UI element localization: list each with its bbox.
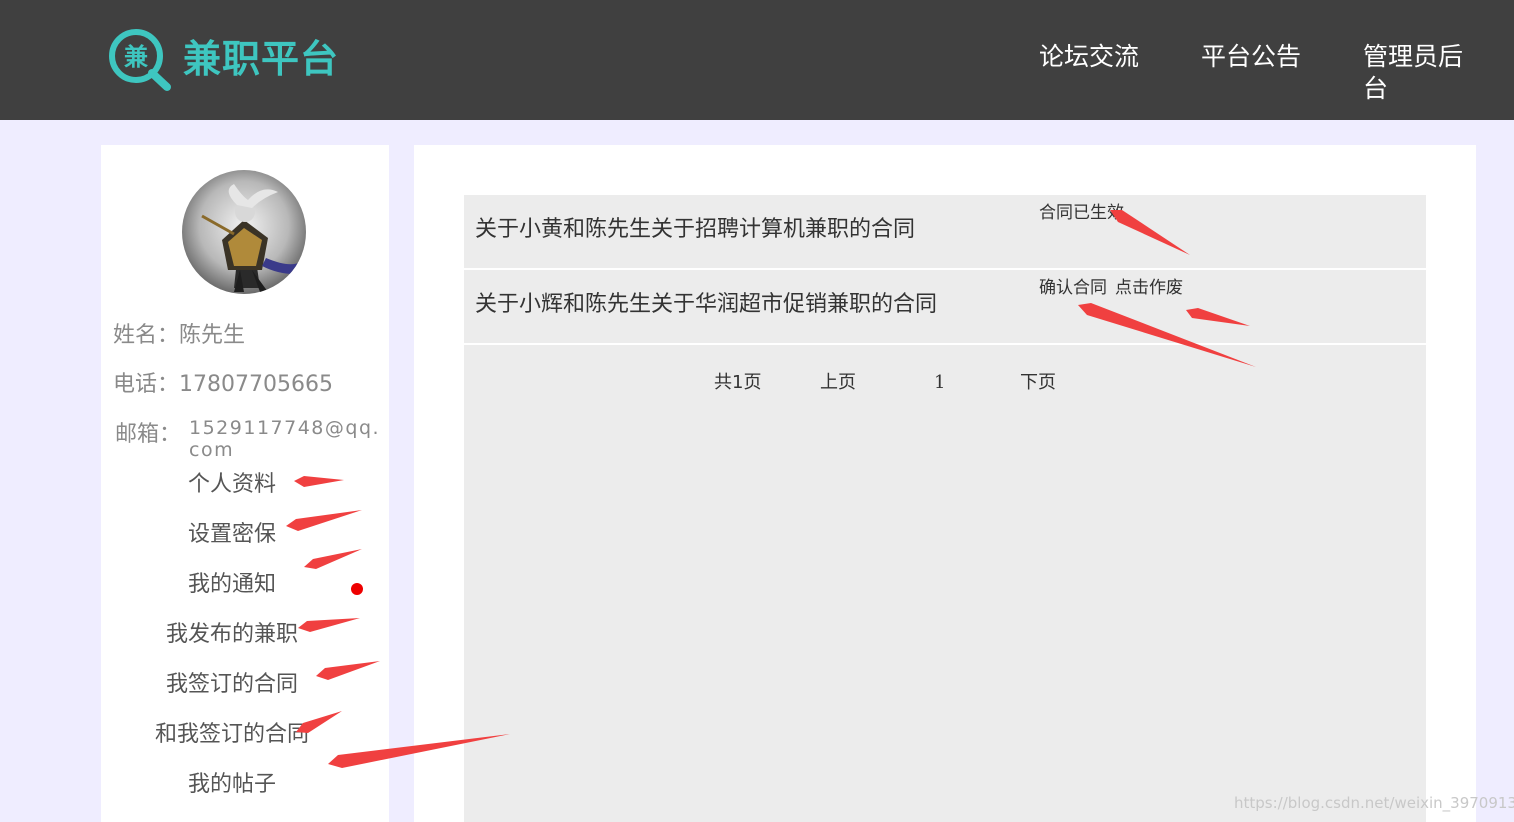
void-contract-link[interactable]: 点击作废 [1115,277,1183,299]
menu-my-signed-contracts[interactable]: 我签订的合同 [101,670,363,700]
menu-my-published-jobs[interactable]: 我发布的兼职 [101,620,363,650]
profile-email-label: 邮箱： [115,422,182,447]
logo-magnifier-icon[interactable]: 兼 [107,27,173,91]
nav-admin[interactable]: 管理员后台 [1363,41,1473,105]
watermark: https://blog.csdn.net/weixin_39709134 [1234,794,1514,812]
contract-row: 关于小辉和陈先生关于华润超市促销兼职的合同 确认合同 点击作废 [464,270,1426,345]
top-header: 兼 兼职平台 论坛交流 平台公告 管理员后台 [0,0,1514,120]
pagination-page-number[interactable]: 1 [934,371,945,395]
pagination-prev[interactable]: 上页 [820,371,856,395]
contract-panel: 关于小黄和陈先生关于招聘计算机兼职的合同 合同已生效 关于小辉和陈先生关于华润超… [464,195,1426,822]
logo-char: 兼 [124,43,148,71]
user-avatar [182,170,306,294]
contract-title[interactable]: 关于小辉和陈先生关于华润超市促销兼职的合同 [475,290,937,320]
profile-phone: 电话：17807705665 [113,372,333,397]
brand-title[interactable]: 兼职平台 [183,36,339,82]
pagination-total: 共1页 [714,372,762,393]
profile-email: 1529117748@qq.com [189,417,381,461]
nav-announcements[interactable]: 平台公告 [1201,41,1301,73]
menu-contracts-signed-with-me[interactable]: 和我签订的合同 [101,720,363,750]
profile-sidebar: 姓名：陈先生 电话：17807705665 邮箱： 1529117748@qq.… [101,145,389,822]
nav-forum[interactable]: 论坛交流 [1039,41,1139,73]
menu-my-posts[interactable]: 我的帖子 [101,770,363,800]
pagination-next[interactable]: 下页 [1020,371,1056,395]
contract-row: 关于小黄和陈先生关于招聘计算机兼职的合同 合同已生效 [464,195,1426,270]
menu-notifications[interactable]: 我的通知 [101,570,363,600]
menu-profile[interactable]: 个人资料 [101,470,363,500]
contract-title[interactable]: 关于小黄和陈先生关于招聘计算机兼职的合同 [475,215,915,245]
main-content: 关于小黄和陈先生关于招聘计算机兼职的合同 合同已生效 关于小辉和陈先生关于华润超… [414,145,1476,822]
contract-status: 合同已生效 [1039,203,1124,223]
menu-security-question[interactable]: 设置密保 [101,520,363,550]
notification-dot [351,583,363,595]
confirm-contract-link[interactable]: 确认合同 [1039,277,1107,299]
profile-name: 姓名：陈先生 [113,323,246,348]
